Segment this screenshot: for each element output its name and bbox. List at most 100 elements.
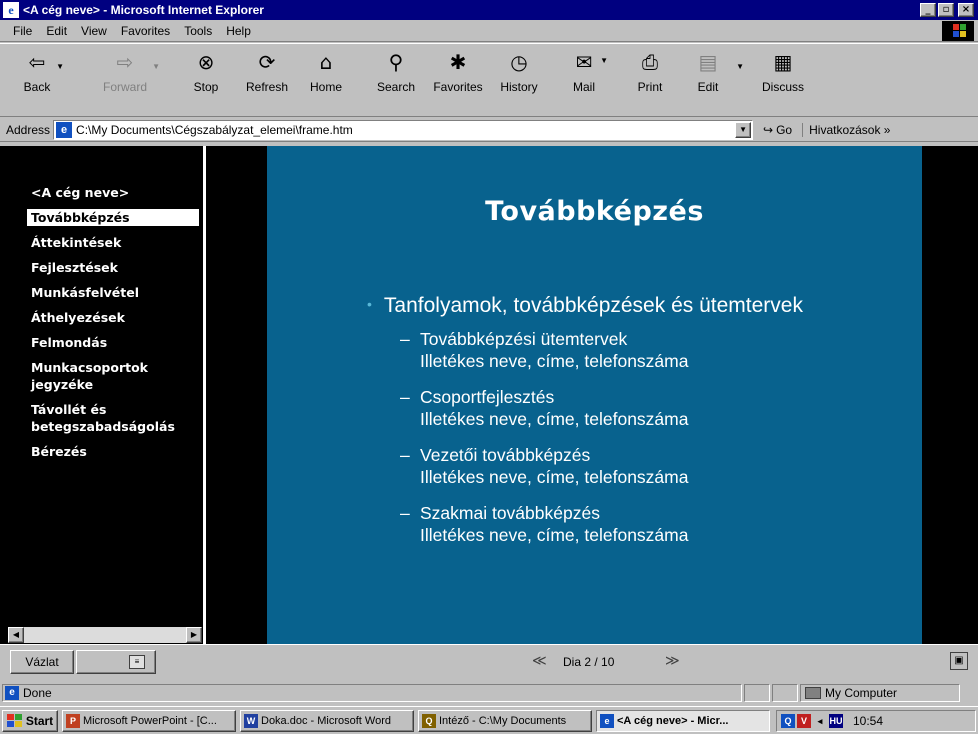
favorites-button[interactable]: ✱ Favorites	[428, 48, 488, 112]
stop-button[interactable]: ⊗ Stop	[186, 48, 226, 112]
tray-volume-icon[interactable]: ◂	[813, 714, 827, 728]
windows-flag-icon	[6, 713, 23, 728]
toolbar: ⇦ Back ▼ ⇨ Forward ▼ ⊗ Stop ⟳ Refresh ⌂ …	[0, 43, 978, 117]
menu-edit[interactable]: Edit	[39, 24, 74, 38]
task-label: <A cég neve> - Micr...	[617, 714, 729, 727]
search-button[interactable]: ⚲ Search	[372, 48, 420, 112]
minimize-button[interactable]: _	[920, 3, 936, 17]
scroll-right-icon[interactable]: ▶	[186, 627, 202, 643]
menu-bar: File Edit View Favorites Tools Help	[0, 20, 978, 42]
outline-item[interactable]: Távollét és betegszabadságolás	[27, 401, 199, 435]
outline-item[interactable]: <A cég neve>	[27, 184, 199, 201]
edit-page-icon: ▤	[698, 50, 718, 74]
status-text: Done	[23, 686, 52, 700]
refresh-icon: ⟳	[258, 50, 276, 74]
task-label: Microsoft PowerPoint - [C...	[83, 714, 217, 727]
go-label: Go	[776, 122, 793, 137]
outline-horizontal-scrollbar[interactable]: ◀ ▶	[8, 627, 202, 643]
home-label: Home	[309, 80, 342, 94]
back-label: Back	[23, 80, 51, 94]
edit-label: Edit	[697, 80, 719, 94]
history-icon: ◷	[510, 50, 528, 74]
stop-label: Stop	[193, 80, 219, 94]
start-button[interactable]: Start	[2, 709, 58, 732]
sub-item-detail: Illetékes neve, címe, telefonszáma	[420, 409, 689, 429]
mail-button[interactable]: ✉ Mail ▼	[566, 48, 608, 112]
status-cell	[772, 684, 798, 702]
status-cell	[744, 684, 770, 702]
home-button[interactable]: ⌂ Home	[306, 48, 346, 112]
menu-file[interactable]: File	[6, 24, 39, 38]
links-button[interactable]: Hivatkozások »	[802, 122, 890, 137]
sub-item-detail: Illetékes neve, címe, telefonszáma	[420, 525, 689, 545]
slide: Továbbképzés • Tanfolyamok, továbbképzése…	[267, 146, 922, 644]
tray-antivirus-icon[interactable]: V	[797, 713, 811, 728]
edit-button[interactable]: ▤ Edit ▼	[690, 48, 744, 112]
outline-item-active[interactable]: Továbbképzés	[27, 209, 199, 226]
address-input[interactable]: e C:\My Documents\Cégszabályzat_elemei\f…	[53, 119, 754, 140]
menu-view[interactable]: View	[74, 24, 114, 38]
scroll-left-icon[interactable]: ◀	[8, 627, 24, 643]
sub-item-head: Vezetői továbbképzés	[420, 445, 591, 465]
slide-title: Továbbképzés	[485, 196, 704, 227]
back-arrow-icon: ⇦	[28, 50, 46, 74]
previous-slide-button[interactable]: ≪	[532, 653, 547, 669]
sub-item-detail: Illetékes neve, címe, telefonszáma	[420, 467, 689, 487]
expand-outline-button[interactable]: ≡	[76, 650, 156, 674]
outline-item[interactable]: Bérezés	[27, 443, 199, 460]
sub-item-head: Továbbképzési ütemtervek	[420, 329, 628, 349]
expand-outline-icon: ≡	[129, 655, 145, 669]
outline-item[interactable]: Áthelyezések	[27, 309, 199, 326]
address-label: Address	[6, 122, 51, 137]
back-button[interactable]: ⇦ Back ▼	[20, 48, 64, 112]
bullet-icon: •	[367, 296, 372, 312]
history-button[interactable]: ◷ History	[494, 48, 544, 112]
close-button[interactable]: ×	[958, 3, 974, 17]
menu-favorites[interactable]: Favorites	[114, 24, 177, 38]
menu-tools[interactable]: Tools	[177, 24, 219, 38]
taskbar-button-word[interactable]: W Doka.doc - Microsoft Word	[240, 709, 414, 732]
print-button[interactable]: ⎙ Print	[632, 48, 668, 112]
search-icon: ⚲	[388, 50, 404, 74]
slide-bullet: • Tanfolyamok, továbbképzések és ütemterv…	[367, 294, 803, 318]
address-dropdown-icon[interactable]: ▼	[735, 121, 752, 138]
scroll-track[interactable]	[24, 627, 186, 643]
outline-item[interactable]: Munkacsoportok jegyzéke	[27, 359, 199, 393]
go-button[interactable]: ↪ Go	[763, 123, 792, 137]
taskbar: Start P Microsoft PowerPoint - [C... W D…	[0, 706, 978, 734]
mail-label: Mail	[572, 80, 595, 94]
menu-help[interactable]: Help	[219, 24, 258, 38]
refresh-label: Refresh	[245, 80, 289, 94]
forward-button[interactable]: ⇨ Forward ▼	[96, 48, 160, 112]
maximize-button[interactable]: ▫	[938, 3, 954, 17]
outline-item[interactable]: Felmondás	[27, 334, 199, 351]
edit-dropdown-icon[interactable]: ▼	[736, 62, 744, 71]
discuss-label: Discuss	[761, 80, 804, 94]
tray-network-icon[interactable]: Q	[781, 713, 795, 728]
mail-dropdown-icon[interactable]: ▼	[600, 56, 608, 65]
ie-logo-icon: e	[3, 2, 19, 18]
favorites-star-icon: ✱	[449, 50, 467, 74]
page-icon: e	[56, 121, 73, 138]
refresh-button[interactable]: ⟳ Refresh	[242, 48, 292, 112]
clock[interactable]: 10:54	[853, 714, 883, 728]
outline-item[interactable]: Fejlesztések	[27, 259, 199, 276]
explorer-icon: Q	[422, 713, 436, 728]
address-url[interactable]: C:\My Documents\Cégszabályzat_elemei\fra…	[76, 123, 353, 137]
outline-view-button[interactable]: Vázlat	[10, 650, 74, 674]
outline-item[interactable]: Áttekintések	[27, 234, 199, 251]
taskbar-button-internet-explorer[interactable]: e <A cég neve> - Micr...	[596, 709, 770, 732]
discuss-button[interactable]: ▦ Discuss	[760, 48, 806, 112]
forward-dropdown-icon[interactable]: ▼	[152, 62, 160, 71]
back-dropdown-icon[interactable]: ▼	[56, 62, 64, 71]
task-label: Intéző - C:\My Documents	[439, 714, 567, 727]
tray-language-indicator[interactable]: HU	[829, 713, 843, 728]
taskbar-button-explorer[interactable]: Q Intéző - C:\My Documents	[418, 709, 592, 732]
outline-item[interactable]: Munkásfelvétel	[27, 284, 199, 301]
full-screen-slideshow-icon[interactable]: ▣	[950, 652, 968, 670]
next-slide-button[interactable]: ≫	[665, 653, 680, 669]
taskbar-button-powerpoint[interactable]: P Microsoft PowerPoint - [C...	[62, 709, 236, 732]
history-label: History	[500, 80, 538, 94]
start-label: Start	[25, 713, 54, 728]
slide-sub-item: – Továbbképzési ütemtervek Illetékes neve…	[400, 329, 689, 371]
